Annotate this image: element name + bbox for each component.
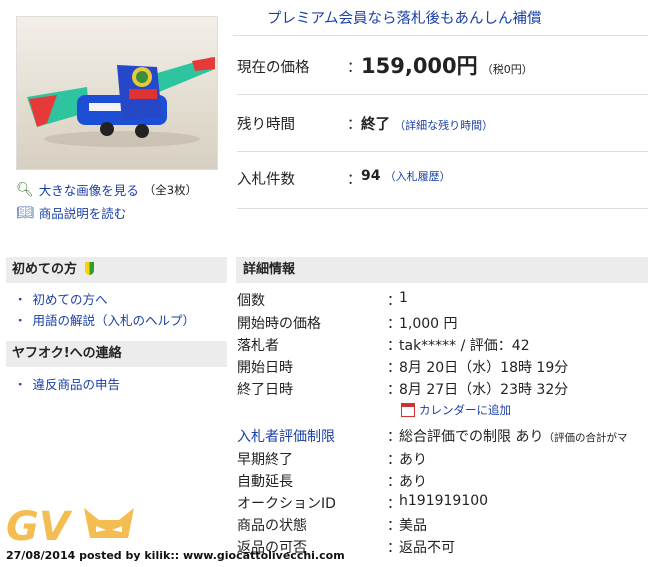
book-icon: 📖︎ [16, 204, 34, 221]
credit-text: 27/08/2014 posted by kilik:: www.giocatt… [6, 549, 345, 562]
summary-top-divider [233, 35, 648, 36]
detail-row-auto-extend: 自動延長：あり [237, 474, 427, 490]
calendar-icon [401, 403, 415, 417]
bid-history-link[interactable]: （入札履歴） [385, 170, 451, 183]
svg-text:GV: GV [6, 504, 73, 548]
large-image-link[interactable]: 🔍︎ 大きな画像を見る （全3枚） [16, 180, 197, 199]
bids-row: 入札件数 ： 94 （入札履歴） [237, 152, 648, 209]
premium-banner[interactable]: プレミアム会員なら落札後もあんしん補償 [267, 7, 541, 28]
beginners-guide-link[interactable]: ・初めての方へ [14, 289, 108, 308]
detail-row-start-date: 開始日時： 8月 20日（水）18時 19分 [237, 360, 569, 376]
price-row: 現在の価格 ： 159,000円 （税0円） [237, 38, 648, 95]
description-link[interactable]: 📖︎ 商品説明を読む [16, 203, 126, 222]
contact-header: ヤフオク!への連絡 [6, 341, 227, 367]
detail-row-condition: 商品の状態：美品 [237, 518, 427, 534]
time-detail-link[interactable]: （詳細な残り時間） [394, 119, 493, 132]
price-label: 現在の価格 [237, 60, 310, 76]
detail-row-bidder-restriction: 入札者評価制限： 総合評価での制限 あり（評価の合計がマ [237, 426, 648, 448]
magnifier-icon: 🔍︎ [16, 181, 34, 198]
time-label: 残り時間 [237, 117, 295, 133]
detail-row-quantity: 個数： 1 [237, 290, 408, 309]
bids-value: 94 [361, 168, 381, 184]
detail-row-auction-id: オークションID： h191919100 [237, 493, 489, 512]
detail-row-winner: 落札者： tak***** / 評価：42 [237, 338, 530, 354]
bidder-restriction-link[interactable]: 入札者評価制限 [237, 426, 335, 446]
product-image[interactable] [16, 16, 218, 170]
detail-row-early-end: 早期終了：あり [237, 452, 427, 468]
price-tax: （税0円） [481, 63, 533, 76]
add-to-calendar-link[interactable]: カレンダーに追加 [401, 402, 511, 418]
detail-row-end-date: 終了日時： 8月 27日（水）23時 32分 [237, 382, 569, 398]
beginners-header: 初めての方 [6, 257, 227, 283]
beginner-leaf-icon [84, 262, 94, 275]
detail-row-start-price: 開始時の価格： 1,000 円 [237, 316, 458, 332]
watermark-logo: GV [4, 498, 154, 552]
time-row: 残り時間 ： 終了 （詳細な残り時間） [237, 95, 648, 152]
details-header: 詳細情報 [236, 257, 648, 283]
bids-label: 入札件数 [237, 172, 295, 188]
glossary-link[interactable]: ・用語の解説（入札のヘルプ） [14, 310, 195, 329]
time-value: 終了 [361, 117, 390, 133]
report-violation-link[interactable]: ・違反商品の申告 [14, 374, 120, 393]
price-value: 159,000円 [361, 54, 478, 78]
